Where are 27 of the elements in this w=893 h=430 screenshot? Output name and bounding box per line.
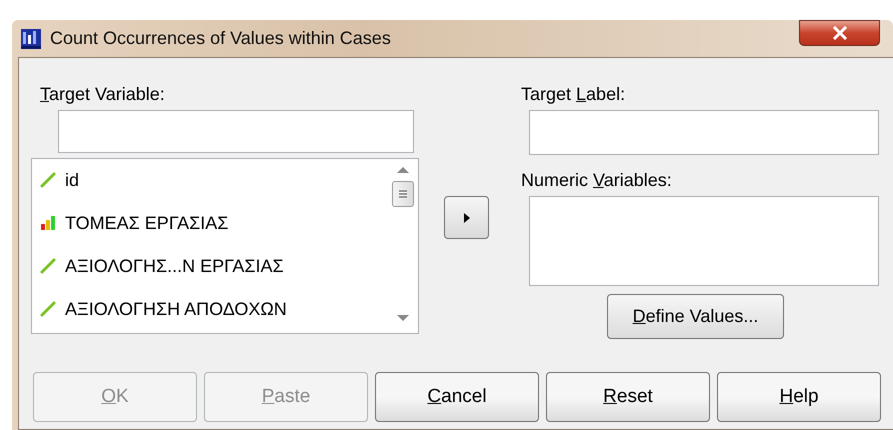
dialog-button[interactable]: Cancel xyxy=(375,372,539,422)
bar-chart-icon xyxy=(40,215,56,231)
field-label: Numeric Variables: xyxy=(520,170,673,192)
numeric-variables-list[interactable] xyxy=(529,196,879,286)
ruler-icon xyxy=(40,172,56,188)
define-values-button[interactable]: Define Values... xyxy=(607,294,784,339)
app-icon xyxy=(20,28,42,50)
move-button[interactable] xyxy=(444,196,489,239)
target-label-field[interactable] xyxy=(529,110,879,155)
window-title: Count Occurrences of Values within Cases xyxy=(50,28,391,49)
ruler-icon xyxy=(40,258,56,274)
scroll-up-icon[interactable] xyxy=(397,167,409,173)
field-label: Target Variable: xyxy=(39,84,166,106)
close-button[interactable] xyxy=(799,20,880,46)
variable-item[interactable]: ΤΟΜΕΑΣ ΕΡΓΑΣΙΑΣ xyxy=(40,210,388,236)
variable-item[interactable]: id xyxy=(40,167,388,193)
dialog-button[interactable]: Help xyxy=(717,372,881,422)
close-icon xyxy=(832,26,848,40)
scroll-down-icon[interactable] xyxy=(397,315,409,321)
variable-item[interactable]: ΑΞΙΟΛΟΓΗΣΗ ΑΠΟΔΟΧΩΝ xyxy=(40,296,388,322)
variable-item[interactable]: ΑΞΙΟΛΟΓΗΣ...Ν ΕΡΓΑΣΙΑΣ xyxy=(40,253,388,279)
dialog-button[interactable]: Reset xyxy=(546,372,710,422)
field-label: Target Label: xyxy=(520,84,626,106)
grip-icon xyxy=(398,189,408,199)
ruler-icon xyxy=(40,301,56,317)
arrow-right-icon xyxy=(464,212,470,222)
target-variable-field[interactable] xyxy=(58,110,414,153)
